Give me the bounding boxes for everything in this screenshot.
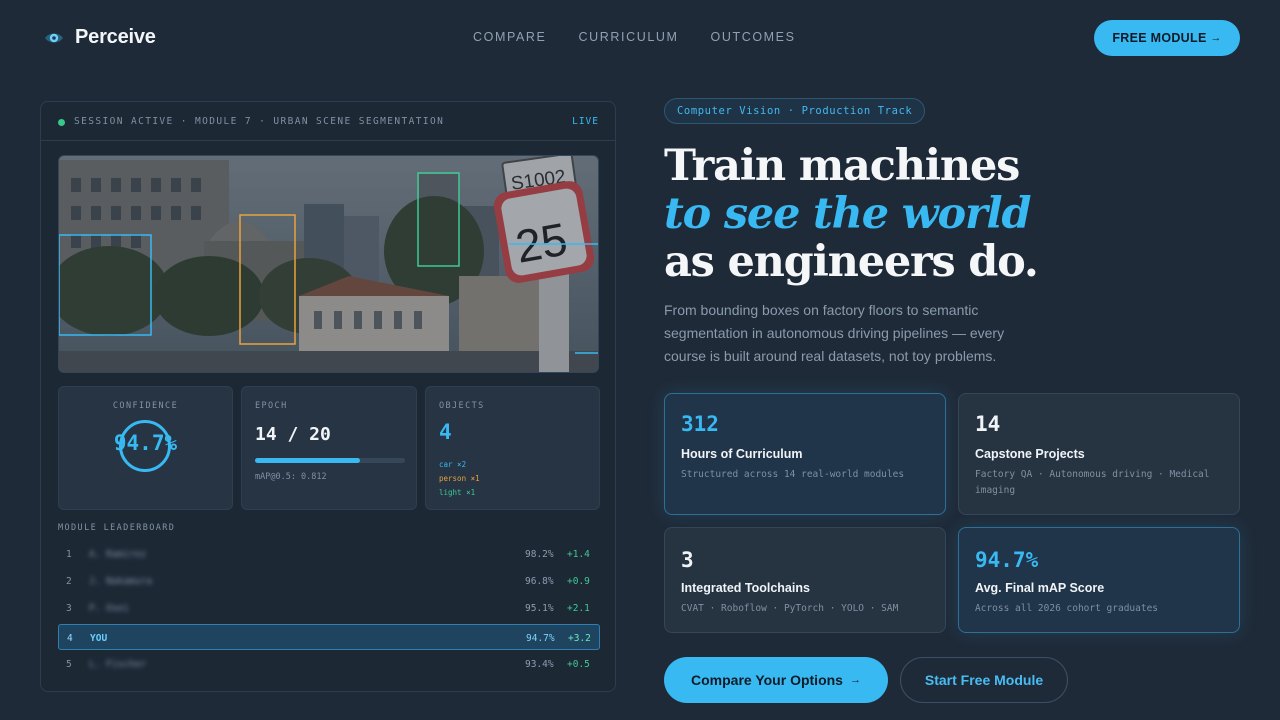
compare-options-button[interactable]: Compare Your Options → bbox=[664, 657, 888, 703]
headline-line-2: to see the world bbox=[664, 189, 1032, 239]
objects-card: OBJECTS 4 car ×2 person ×1 light ×1 bbox=[425, 386, 600, 510]
row-rank: 2 bbox=[66, 576, 72, 587]
object-person: person ×1 bbox=[439, 474, 480, 483]
stat-subtitle: Factory QA · Autonomous driving · Medica… bbox=[975, 469, 1210, 496]
stat-card-map-score: 94.7% Avg. Final mAP Score Across all 20… bbox=[958, 527, 1240, 633]
nav-link-curriculum[interactable]: CURRICULUM bbox=[578, 30, 678, 44]
nav-links: COMPARE CURRICULUM OUTCOMES bbox=[473, 30, 796, 44]
stat-title: Avg. Final mAP Score bbox=[975, 581, 1105, 595]
stat-card-capstones: 14 Capstone Projects Factory QA · Autono… bbox=[958, 393, 1240, 515]
row-delta: +1.4 bbox=[567, 549, 590, 560]
stat-title: Hours of Curriculum bbox=[681, 447, 803, 461]
epoch-value: 14 / 20 bbox=[255, 424, 331, 445]
eye-logo-icon bbox=[45, 33, 63, 42]
row-delta: +0.5 bbox=[567, 659, 590, 670]
hero-lead: From bounding boxes on factory floors to… bbox=[664, 302, 1005, 364]
stat-card-hours: 312 Hours of Curriculum Structured acros… bbox=[664, 393, 946, 515]
stat-subtitle: Across all 2026 cohort graduates bbox=[975, 603, 1159, 614]
hero-headline: Train machines to see the world as engin… bbox=[664, 141, 1039, 287]
headline-line-1: Train machines bbox=[664, 141, 1020, 191]
scene-preview: S1002 25 bbox=[58, 155, 599, 373]
epoch-card: EPOCH 14 / 20 mAP@0.5: 0.812 bbox=[241, 386, 417, 510]
confidence-label: CONFIDENCE bbox=[112, 401, 179, 411]
row-delta: +3.2 bbox=[568, 633, 591, 644]
leaderboard-row-you[interactable]: 4 YOU 94.7% +3.2 bbox=[58, 624, 600, 650]
object-light: light ×1 bbox=[439, 488, 476, 497]
map-score: mAP@0.5: 0.812 bbox=[255, 472, 327, 482]
free-module-label: FREE MODULE bbox=[1112, 31, 1207, 45]
row-rank: 4 bbox=[67, 633, 73, 644]
stat-title: Capstone Projects bbox=[975, 447, 1085, 461]
session-panel: SESSION ACTIVE · MODULE 7 · URBAN SCENE … bbox=[40, 101, 616, 692]
nav-link-compare[interactable]: COMPARE bbox=[473, 30, 546, 44]
row-name: J. Nakamura bbox=[89, 576, 152, 587]
stat-subtitle: CVAT · Roboflow · PyTorch · YOLO · SAM bbox=[681, 603, 899, 614]
row-score: 98.2% bbox=[525, 549, 554, 560]
stat-number: 312 bbox=[681, 412, 719, 436]
row-name: L. Fischer bbox=[89, 659, 147, 670]
stat-card-toolchains: 3 Integrated Toolchains CVAT · Roboflow … bbox=[664, 527, 946, 633]
row-rank: 5 bbox=[66, 659, 72, 670]
confidence-value: 94.7% bbox=[113, 431, 178, 455]
confidence-card: CONFIDENCE 94.7% bbox=[58, 386, 233, 510]
nav-link-outcomes[interactable]: OUTCOMES bbox=[711, 30, 796, 44]
arrow-right-icon: → bbox=[849, 674, 861, 686]
leaderboard-row[interactable]: 2 J. Nakamura 96.8% +0.9 bbox=[58, 568, 600, 594]
session-status: SESSION ACTIVE · MODULE 7 · URBAN SCENE … bbox=[74, 116, 445, 127]
row-score: 95.1% bbox=[525, 603, 554, 614]
stat-subtitle: Structured across 14 real-world modules bbox=[681, 469, 905, 480]
row-score: 93.4% bbox=[525, 659, 554, 670]
status-dot-icon bbox=[58, 119, 65, 126]
object-car: car ×2 bbox=[439, 460, 467, 469]
objects-label: OBJECTS bbox=[439, 401, 485, 411]
leaderboard-label: MODULE LEADERBOARD bbox=[58, 523, 176, 533]
panel-header: SESSION ACTIVE · MODULE 7 · URBAN SCENE … bbox=[41, 102, 615, 141]
stat-title: Integrated Toolchains bbox=[681, 581, 810, 595]
row-name: A. Ramirez bbox=[89, 549, 147, 560]
stat-number: 3 bbox=[681, 548, 694, 572]
objects-value: 4 bbox=[439, 420, 452, 444]
headline-line-3: as engineers do. bbox=[664, 237, 1039, 287]
row-score: 94.7% bbox=[526, 633, 555, 644]
urban-scene-image: S1002 25 bbox=[59, 156, 598, 372]
stat-number: 14 bbox=[975, 412, 1001, 436]
brand[interactable]: Perceive bbox=[43, 26, 156, 49]
top-nav: Perceive COMPARE CURRICULUM OUTCOMES FRE… bbox=[0, 0, 1280, 76]
compare-options-label: Compare Your Options bbox=[691, 672, 843, 688]
row-score: 96.8% bbox=[525, 576, 554, 587]
epoch-label: EPOCH bbox=[255, 401, 288, 411]
objects-list: car ×2 person ×1 light ×1 bbox=[439, 458, 480, 500]
brand-name: Perceive bbox=[75, 26, 156, 48]
leaderboard-row[interactable]: 1 A. Ramirez 98.2% +1.4 bbox=[58, 541, 600, 567]
free-module-button[interactable]: FREE MODULE → bbox=[1094, 20, 1240, 56]
row-name: P. Osei bbox=[89, 603, 130, 614]
row-rank: 1 bbox=[66, 549, 72, 560]
start-free-module-button[interactable]: Start Free Module bbox=[900, 657, 1068, 703]
arrow-right-icon: → bbox=[1210, 32, 1222, 44]
stat-number: 94.7% bbox=[975, 548, 1039, 572]
row-rank: 3 bbox=[66, 603, 72, 614]
live-badge: LIVE bbox=[572, 116, 599, 127]
epoch-progress-bar bbox=[255, 458, 405, 463]
row-delta: +2.1 bbox=[567, 603, 590, 614]
leaderboard-row[interactable]: 5 L. Fischer 93.4% +0.5 bbox=[58, 651, 600, 677]
row-delta: +0.9 bbox=[567, 576, 590, 587]
track-tag: Computer Vision · Production Track bbox=[664, 98, 926, 124]
epoch-progress-fill bbox=[255, 458, 360, 463]
leaderboard-row[interactable]: 3 P. Osei 95.1% +2.1 bbox=[58, 595, 600, 621]
row-name: YOU bbox=[90, 633, 108, 644]
